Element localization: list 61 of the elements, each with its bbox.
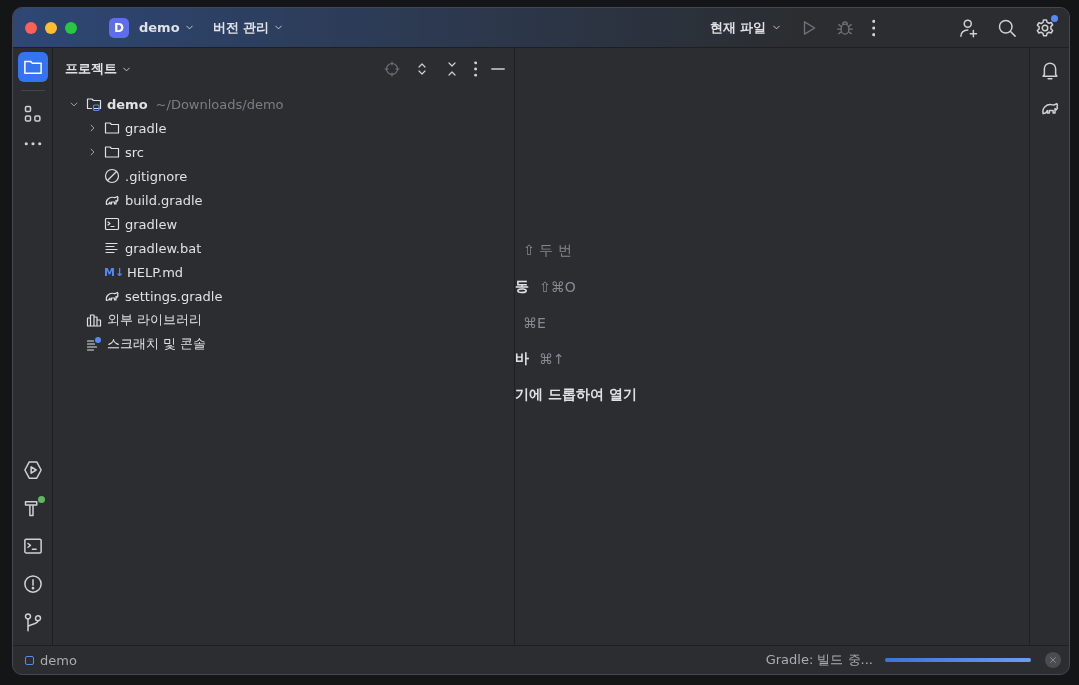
tree-item[interactable]: 외부 라이브러리 bbox=[107, 311, 203, 329]
project-menu[interactable]: D demo bbox=[103, 13, 201, 42]
task-status: Gradle: 빌드 중... bbox=[765, 651, 873, 669]
crosshair-icon bbox=[383, 61, 400, 77]
hint-label: 바 bbox=[515, 350, 529, 368]
branch-icon bbox=[22, 612, 43, 632]
hint-label: 동 bbox=[515, 278, 529, 296]
folder-icon bbox=[104, 120, 120, 136]
text-file-icon bbox=[104, 240, 120, 256]
hint-label: 기에 드롭하여 열기 bbox=[515, 386, 637, 404]
tree-item[interactable]: .gitignore bbox=[125, 168, 188, 184]
tree-item[interactable]: demo bbox=[107, 96, 148, 112]
add-user-icon bbox=[959, 17, 979, 38]
cancel-button[interactable] bbox=[1045, 652, 1061, 668]
chevron-icon[interactable] bbox=[69, 99, 79, 109]
close-icon bbox=[1048, 655, 1058, 665]
chevron-icon[interactable] bbox=[87, 123, 97, 133]
minus-icon bbox=[491, 68, 505, 70]
tree-item[interactable]: HELP.md bbox=[127, 264, 184, 280]
search-icon bbox=[997, 17, 1017, 38]
structure-icon bbox=[22, 104, 43, 124]
markdown-icon: M↓ bbox=[104, 265, 122, 279]
terminal-icon bbox=[104, 216, 120, 232]
shortcut-text: ⇧⌘O bbox=[539, 279, 576, 295]
project-path: ~/Downloads/demo bbox=[155, 96, 284, 112]
tree-item[interactable]: settings.gradle bbox=[125, 288, 223, 304]
panel-title[interactable]: 프로젝트 bbox=[65, 60, 132, 78]
close-window-button[interactable] bbox=[25, 21, 37, 34]
warning-icon bbox=[22, 574, 43, 594]
status-project[interactable]: demo bbox=[40, 652, 77, 668]
tree-item[interactable]: gradlew.bat bbox=[125, 240, 202, 256]
bug-icon bbox=[835, 18, 854, 37]
shortcut-text: ⌘↑ bbox=[539, 351, 565, 367]
tree-item[interactable]: build.gradle bbox=[125, 192, 203, 208]
tree-item[interactable]: src bbox=[125, 144, 144, 160]
tree-item[interactable]: gradle bbox=[125, 120, 167, 136]
chevron-icon[interactable] bbox=[87, 147, 97, 157]
more-icon bbox=[871, 18, 875, 37]
more-icon bbox=[23, 142, 42, 146]
tool-window-button[interactable] bbox=[17, 52, 48, 82]
bell-icon bbox=[1039, 60, 1060, 80]
more-icon bbox=[473, 61, 477, 77]
tree-item[interactable]: gradlew bbox=[125, 216, 178, 232]
run-config-menu[interactable]: 현재 파일 bbox=[703, 14, 788, 41]
minimize-window-button[interactable] bbox=[45, 21, 57, 34]
tree-item[interactable]: 스크래치 및 콘솔 bbox=[107, 335, 207, 353]
shortcut-text: ⌘E bbox=[523, 315, 546, 331]
shortcut-text: ⇧ 두 번 bbox=[523, 242, 572, 260]
module-icon bbox=[25, 655, 34, 665]
gear-icon bbox=[1035, 17, 1055, 38]
vcs-menu[interactable]: 버전 관리 bbox=[206, 14, 291, 41]
terminal-icon bbox=[22, 536, 43, 556]
module-folder-icon bbox=[86, 96, 102, 112]
library-icon bbox=[86, 312, 102, 328]
ignore-icon bbox=[104, 168, 120, 184]
hide-button[interactable] bbox=[488, 65, 508, 73]
scratch-icon bbox=[86, 336, 102, 352]
run-icon bbox=[22, 460, 43, 480]
project-badge: D bbox=[109, 17, 129, 38]
folder-icon bbox=[104, 144, 120, 160]
maximize-window-button[interactable] bbox=[65, 21, 77, 34]
